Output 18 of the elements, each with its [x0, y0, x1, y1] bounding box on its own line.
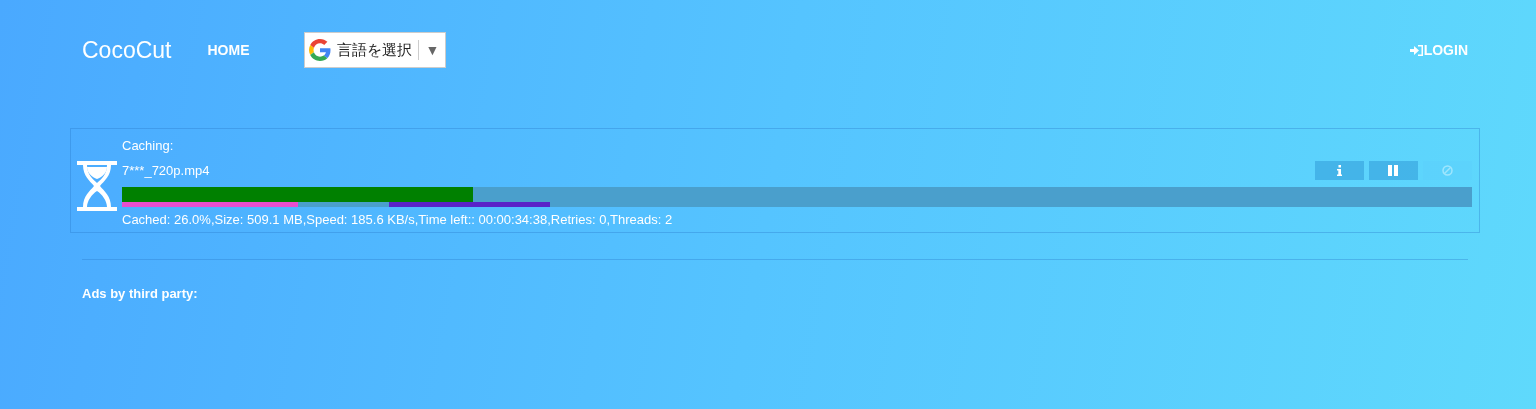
google-g-icon — [309, 39, 332, 61]
status-label: Caching: — [122, 137, 175, 155]
nav-link[interactable]: HOME — [207, 42, 250, 58]
dropdown-arrow: ▼ — [425, 42, 440, 58]
language-select[interactable]: 言語を選択 ▼ — [304, 32, 447, 68]
file-name: 7***_720p.mp4 — [122, 162, 210, 180]
ads-label: Ads by third party: — [82, 286, 199, 301]
info-icon — [1337, 165, 1342, 176]
hourglass-icon — [77, 161, 117, 211]
cancel-icon — [1442, 165, 1453, 176]
pause-icon — [1388, 165, 1399, 176]
pause-button[interactable] — [1369, 161, 1418, 180]
brand-logo[interactable]: CocoCut — [82, 36, 172, 64]
cache-stats: Cached: 26.0%,Size: 509.1 MB,Speed: 185.6 KB/s,Time left:: 00:00:34:38,Retries: 0,Threads: 2 — [122, 211, 674, 229]
login-icon — [1409, 44, 1423, 56]
login-link[interactable]: LOGIN — [1409, 42, 1468, 58]
info-button[interactable] — [1315, 161, 1364, 180]
language-label: 言語を選択 — [337, 40, 413, 60]
